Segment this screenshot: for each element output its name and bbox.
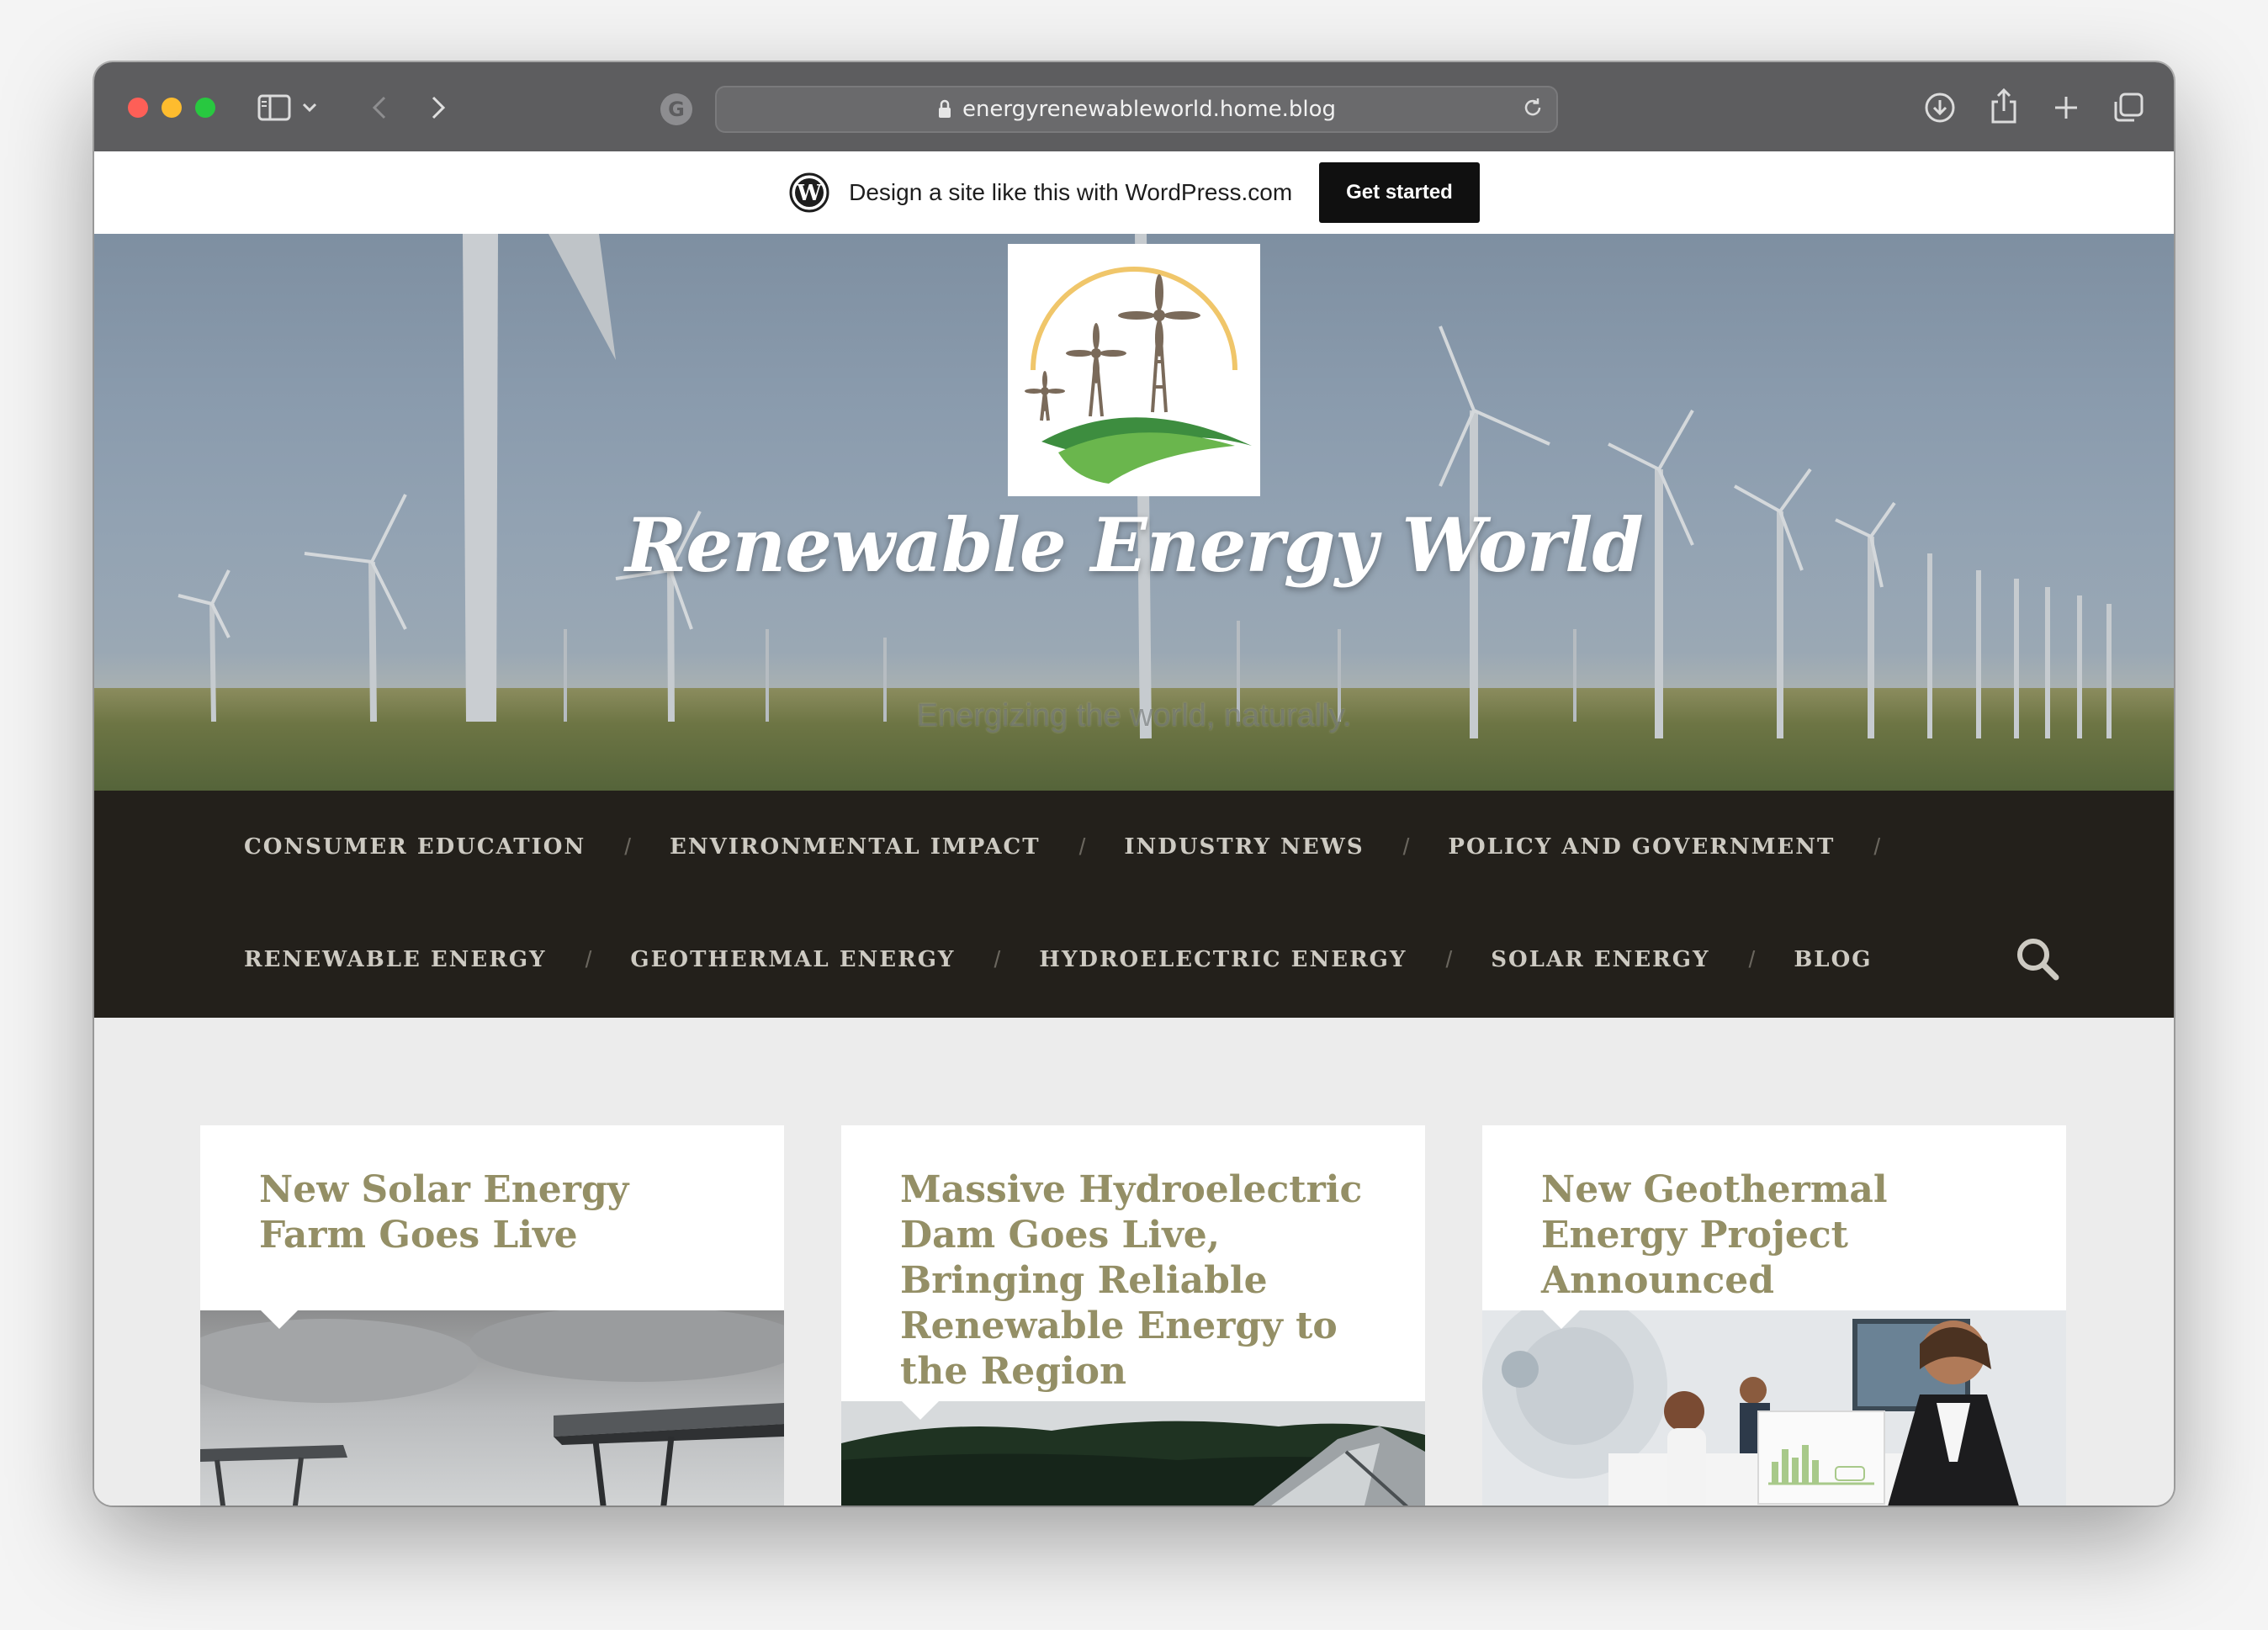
- main-navigation: Consumer Education / Environmental Impac…: [94, 791, 2174, 1018]
- wordpress-banner: W Design a site like this with WordPress…: [94, 151, 2174, 234]
- site-tagline: Energizing the world, naturally.: [916, 698, 1352, 733]
- nav-item-hydroelectric-energy[interactable]: Hydroelectric Energy: [1039, 947, 1407, 972]
- site-title[interactable]: Renewable Energy World: [94, 501, 2174, 589]
- post-card[interactable]: New Geothermal Energy Project Announced: [1482, 1125, 2066, 1506]
- url-text: energyrenewableworld.home.blog: [962, 97, 1337, 122]
- posts-grid: New Solar Energy Farm Goes Live Massive …: [94, 1018, 2174, 1506]
- get-started-button[interactable]: Get started: [1319, 162, 1480, 223]
- thumbnail-notch: [902, 1401, 939, 1420]
- nav-separator: /: [1748, 946, 1756, 972]
- nav-separator: /: [1445, 946, 1453, 972]
- nav-item-policy-and-government[interactable]: Policy and Government: [1448, 834, 1835, 860]
- sidebar-icon[interactable]: [257, 93, 291, 123]
- search-icon[interactable]: [2014, 935, 2061, 982]
- lock-icon: [938, 99, 951, 118]
- nav-item-blog[interactable]: Blog: [1794, 947, 1872, 972]
- address-bar[interactable]: energyrenewableworld.home.blog: [715, 86, 1558, 133]
- nav-separator: /: [1873, 834, 1881, 860]
- nav-item-solar-energy[interactable]: Solar Energy: [1491, 947, 1709, 972]
- back-icon[interactable]: [367, 93, 392, 123]
- wordpress-banner-text: Design a site like this with WordPress.c…: [849, 179, 1293, 205]
- downloads-icon[interactable]: [1923, 91, 1957, 124]
- zoom-window-button[interactable]: [195, 98, 215, 118]
- post-title[interactable]: New Solar Energy Farm Goes Live: [259, 1167, 739, 1258]
- nav-separator: /: [1078, 834, 1086, 860]
- nav-item-industry-news[interactable]: Industry News: [1124, 834, 1364, 860]
- chevron-down-icon[interactable]: [301, 99, 318, 116]
- browser-toolbar: G energyrenewableworld.home.blog: [94, 62, 2174, 153]
- close-window-button[interactable]: [128, 98, 148, 118]
- svg-text:W: W: [797, 181, 823, 206]
- site-logo[interactable]: [1008, 244, 1260, 496]
- svg-text:G: G: [668, 98, 685, 121]
- grammarly-icon[interactable]: G: [660, 93, 693, 126]
- forward-icon[interactable]: [426, 93, 451, 123]
- wordpress-logo-icon[interactable]: W: [788, 172, 830, 214]
- site-header: Renewable Energy World Energizing the wo…: [94, 234, 2174, 791]
- nav-item-renewable-energy[interactable]: Renewable Energy: [244, 947, 547, 972]
- nav-row-1: Consumer Education / Environmental Impac…: [244, 791, 1919, 903]
- nav-separator: /: [624, 834, 632, 860]
- nav-separator: /: [994, 946, 1001, 972]
- post-card[interactable]: Massive Hydroelectric Dam Goes Live, Bri…: [841, 1125, 1425, 1506]
- nav-item-environmental-impact[interactable]: Environmental Impact: [670, 834, 1041, 860]
- thumbnail-notch: [1543, 1310, 1580, 1329]
- nav-item-geothermal-energy[interactable]: Geothermal Energy: [630, 947, 955, 972]
- post-title[interactable]: Massive Hydroelectric Dam Goes Live, Bri…: [900, 1167, 1380, 1394]
- post-thumbnail-solar-farm[interactable]: [200, 1310, 784, 1506]
- nav-separator: /: [1402, 834, 1410, 860]
- new-tab-icon[interactable]: [2049, 91, 2083, 124]
- browser-window: G energyrenewableworld.home.blog W Desig…: [94, 62, 2174, 1506]
- nav-separator: /: [585, 946, 592, 972]
- windmill-logo-icon: [1025, 267, 1252, 484]
- minimize-window-button[interactable]: [162, 98, 182, 118]
- post-thumbnail-geothermal-meeting[interactable]: [1482, 1310, 2066, 1506]
- share-icon[interactable]: [1987, 86, 2021, 126]
- nav-row-2: Renewable Energy / Geothermal Energy / H…: [244, 903, 1872, 1016]
- reload-icon[interactable]: [1521, 96, 1545, 125]
- post-card[interactable]: New Solar Energy Farm Goes Live: [200, 1125, 784, 1506]
- post-title[interactable]: New Geothermal Energy Project Announced: [1541, 1167, 2021, 1304]
- tab-overview-icon[interactable]: [2110, 89, 2147, 126]
- thumbnail-notch: [261, 1310, 298, 1329]
- nav-item-consumer-education[interactable]: Consumer Education: [244, 834, 586, 860]
